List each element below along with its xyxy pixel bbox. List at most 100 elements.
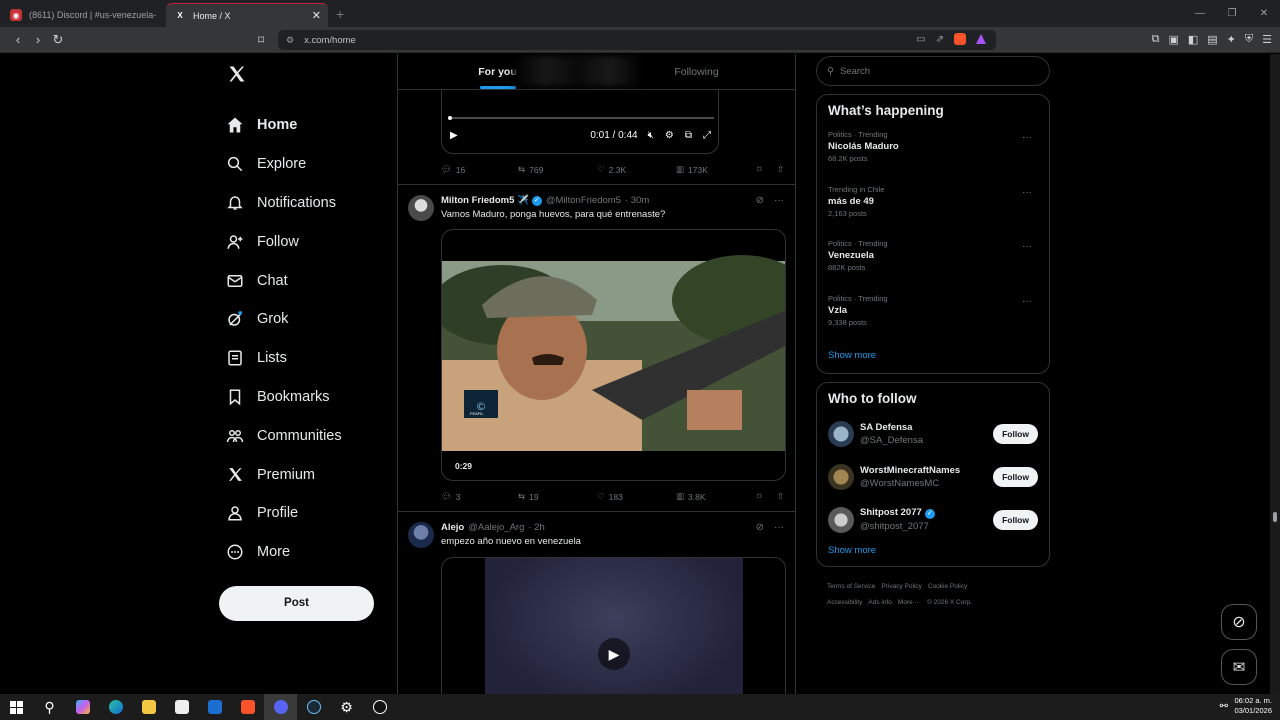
repost-button[interactable]: ⇆ 769	[518, 164, 597, 175]
footer-link[interactable]: Privacy Policy	[881, 583, 921, 590]
sidebar-item-profile[interactable]: Profile	[218, 494, 396, 533]
brave-rewards-icon[interactable]	[976, 34, 986, 44]
post-button[interactable]: Post	[219, 585, 374, 621]
more-options-icon[interactable]: ···	[774, 195, 784, 206]
reply-button[interactable]: 💬︎ 3	[441, 491, 518, 502]
footer-link[interactable]: More ···	[898, 599, 921, 606]
extensions-icon[interactable]: ⧉	[1152, 33, 1160, 46]
brave-shields-icon[interactable]	[954, 33, 966, 45]
author-name[interactable]: Alejo	[441, 522, 464, 533]
repost-button[interactable]: ⇆ 19	[518, 491, 597, 502]
start-icon[interactable]	[0, 694, 33, 720]
bookmark-page-icon[interactable]: ⌑	[258, 33, 264, 47]
account-name[interactable]: SA Defensa	[860, 422, 923, 433]
close-window-icon[interactable]: ✕	[1248, 8, 1280, 19]
sidebar-item-notifications[interactable]: Notifications	[218, 184, 396, 223]
sidebar-item-more[interactable]: More	[218, 533, 396, 572]
grok-floating-button[interactable]: ⊘	[1221, 604, 1257, 640]
more-options-icon[interactable]: ···	[1022, 132, 1032, 143]
site-info-icon[interactable]: ⚙	[286, 35, 294, 46]
post[interactable]: Alejo @Aalejo_Arg · 2h ⊘ ··· empezo año …	[398, 511, 795, 694]
views-button[interactable]: ▥ 173K	[676, 164, 757, 175]
show-more-link[interactable]: Show more	[828, 545, 1038, 556]
tab-search-icon[interactable]: ▤	[1207, 33, 1217, 46]
more-options-icon[interactable]: ···	[1022, 296, 1032, 307]
avatar[interactable]	[408, 522, 434, 548]
fullscreen-icon[interactable]: ⤢	[703, 130, 711, 141]
post[interactable]: Milton Friedom5 ✈️ ✓ @MiltonFriedom5 · 3…	[398, 184, 795, 511]
copilot-icon[interactable]	[66, 694, 99, 720]
brave-icon[interactable]	[231, 694, 264, 720]
post-time[interactable]: · 2h	[528, 522, 544, 533]
account-name[interactable]: Shitpost 2077 ✓	[860, 507, 935, 519]
views-button[interactable]: ▥ 3.8K	[676, 491, 757, 502]
play-button[interactable]: ▶	[598, 638, 630, 670]
messages-floating-button[interactable]: ✉	[1221, 649, 1257, 685]
more-options-icon[interactable]: ···	[1022, 187, 1032, 198]
follow-button[interactable]: Follow	[993, 509, 1038, 530]
settings-icon[interactable]: ⚙	[665, 130, 674, 141]
share-icon[interactable]: ⇗	[936, 34, 944, 45]
page-scrollbar[interactable]	[1270, 54, 1280, 694]
mail-app-icon[interactable]	[198, 694, 231, 720]
sidebar-item-premium[interactable]: Premium	[218, 455, 396, 494]
author-handle[interactable]: @Aalejo_Arg	[468, 522, 524, 533]
minimize-icon[interactable]: —	[1184, 8, 1216, 19]
author-handle[interactable]: @MiltonFriedom5	[546, 195, 621, 206]
footer-link[interactable]: Terms of Service	[827, 583, 875, 590]
leo-ai-icon[interactable]: ✦	[1227, 33, 1236, 46]
video-player[interactable]: © FEAFIL 0:29	[441, 229, 786, 481]
suggested-account[interactable]: SA Defensa @SA_Defensa Follow	[828, 412, 1038, 455]
x-logo-icon[interactable]	[227, 64, 396, 90]
sidebar-item-explore[interactable]: Explore	[218, 145, 396, 184]
follow-button[interactable]: Follow	[993, 466, 1038, 487]
search-icon[interactable]: ⚲	[33, 694, 66, 720]
menu-icon[interactable]: ☰	[1262, 33, 1272, 46]
suggested-account[interactable]: WorstMinecraftNames @WorstNamesMC Follow	[828, 455, 1038, 498]
author-name[interactable]: Milton Friedom5 ✈️	[441, 195, 529, 206]
sidebar-item-follow[interactable]: Follow	[218, 222, 396, 261]
more-options-icon[interactable]: ···	[774, 522, 784, 533]
sidebar-icon[interactable]: ◧	[1188, 33, 1198, 46]
forward-icon[interactable]: ›	[28, 32, 48, 47]
suggested-account[interactable]: Shitpost 2077 ✓ @shitpost_2077 Follow	[828, 498, 1038, 541]
browser-tab-x-home[interactable]: X Home / X ✕	[166, 3, 328, 27]
footer-link[interactable]: Accessibility	[827, 599, 862, 606]
video-player[interactable]: ▶	[441, 557, 786, 694]
play-icon[interactable]: ▶	[450, 130, 458, 141]
bookmark-icon[interactable]: ⌑	[757, 164, 777, 175]
footer-link[interactable]: Cookie Policy	[928, 583, 967, 590]
show-more-link[interactable]: Show more	[828, 350, 1038, 361]
trend-item[interactable]: Politics · Trending Nicolás Maduro 68.2K p…	[828, 130, 1038, 185]
system-clock[interactable]: 06:02 a. m. 03/01/2026	[1234, 696, 1272, 716]
bookmark-icon[interactable]: ⌑	[757, 491, 777, 502]
follow-button[interactable]: Follow	[993, 423, 1038, 444]
file-explorer-icon[interactable]	[132, 694, 165, 720]
store-icon[interactable]	[165, 694, 198, 720]
sidebar-item-grok[interactable]: Grok	[218, 300, 396, 339]
account-name[interactable]: WorstMinecraftNames	[860, 465, 960, 476]
trend-item[interactable]: Trending in Chile más de 49 2,163 posts ···	[828, 185, 1038, 240]
vpn-icon[interactable]: ⛨	[1245, 33, 1253, 46]
footer-link[interactable]: © 2026 X Corp.	[927, 599, 972, 606]
grok-explain-icon[interactable]: ⊘	[756, 522, 764, 533]
pip-icon[interactable]: ⧉	[685, 130, 692, 141]
settings-icon[interactable]: ⚙	[330, 694, 363, 720]
trend-item[interactable]: Politics · Trending Vzla 9,338 posts ···	[828, 294, 1038, 349]
more-options-icon[interactable]: ···	[1022, 241, 1032, 252]
sidebar-item-chat[interactable]: Chat	[218, 261, 396, 300]
post-time[interactable]: · 30m	[625, 195, 649, 206]
trend-item[interactable]: Politics · Trending Venezuela 882K posts ··…	[828, 239, 1038, 294]
address-bar[interactable]: ⚙ x.com/home ▭ ⇗	[278, 30, 996, 50]
mute-icon[interactable]: 🔇︎	[648, 130, 654, 141]
footer-link[interactable]: Ads info	[868, 599, 892, 606]
search-input[interactable]: ⚲ Search	[816, 56, 1050, 86]
reply-button[interactable]: 💬︎ 16	[441, 164, 518, 175]
wallet-icon[interactable]: ▣	[1168, 33, 1178, 46]
like-button[interactable]: ♡ 183	[597, 491, 676, 502]
video-progress-bar[interactable]	[448, 116, 714, 120]
sidebar-item-bookmarks[interactable]: Bookmarks	[218, 378, 396, 417]
share-icon[interactable]: ⇧	[777, 164, 784, 175]
back-icon[interactable]: ‹	[8, 32, 28, 47]
restore-icon[interactable]: ❐	[1216, 8, 1248, 19]
